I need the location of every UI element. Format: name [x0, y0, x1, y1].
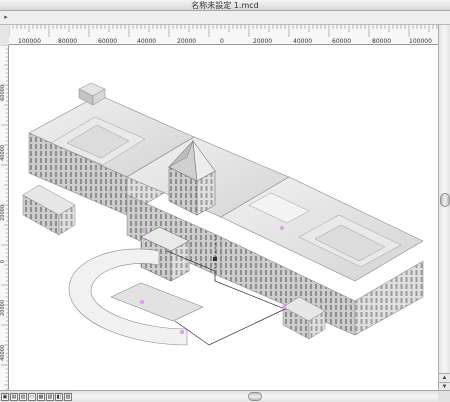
scroll-up-button[interactable]: ▲ — [439, 373, 450, 382]
view-button[interactable]: ▦ — [37, 393, 45, 401]
drawing-canvas[interactable] — [9, 45, 438, 390]
window-title: 名称未設定 1.mcd — [191, 1, 259, 10]
scroll-thumb-icon[interactable] — [440, 193, 450, 207]
ruler-label: 20000 — [0, 205, 6, 221]
view-button[interactable]: ▨ — [64, 393, 72, 401]
view-button[interactable]: ▤ — [10, 393, 18, 401]
scroll-thumb-icon[interactable] — [248, 392, 262, 401]
horizontal-scrollbar[interactable] — [72, 391, 438, 402]
view-button[interactable]: ▥ — [19, 393, 27, 401]
view-button[interactable]: ◧ — [55, 393, 63, 401]
view-button[interactable]: □ — [28, 393, 36, 401]
ruler-label: 40000 — [0, 345, 6, 361]
building-model[interactable] — [9, 45, 438, 390]
toolbar: ▸ — [0, 11, 450, 25]
triangle-right-icon[interactable]: ▸ — [2, 14, 10, 22]
vertical-ruler: 60000 40000 20000 0 20000 40000 — [0, 45, 9, 390]
horizontal-ruler: 100000 80000 60000 40000 20000 0 20000 4… — [9, 25, 438, 45]
title-bar[interactable]: 名称未設定 1.mcd — [0, 0, 450, 11]
ruler-label: 40000 — [0, 145, 6, 161]
view-button[interactable]: ▣ — [1, 393, 9, 401]
view-button[interactable]: ▧ — [46, 393, 54, 401]
vertical-scrollbar[interactable]: ▲ ▼ — [438, 25, 450, 391]
app-window: 名称未設定 1.mcd ▸ 100000 80000 60000 40000 2… — [0, 0, 450, 402]
ruler-label: 20000 — [0, 300, 6, 316]
ruler-label: 60000 — [0, 85, 6, 101]
ruler-label: 0 — [0, 260, 6, 264]
